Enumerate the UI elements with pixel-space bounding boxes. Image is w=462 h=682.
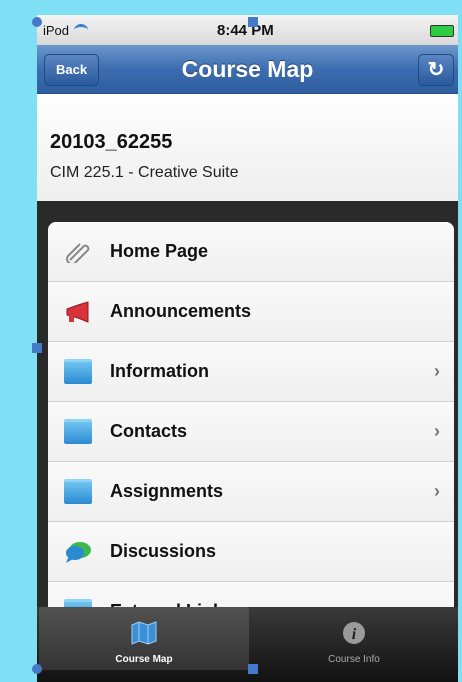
- tab-course-map[interactable]: Course Map: [39, 607, 249, 670]
- refresh-icon: ↻: [427, 59, 445, 81]
- carrier: iPod: [43, 23, 89, 38]
- menu-item-discussions[interactable]: Discussions: [48, 522, 454, 582]
- nav-bar: Back Course Map ↻: [37, 45, 458, 94]
- course-code: 20103_62255: [50, 131, 173, 153]
- map-icon: [131, 621, 157, 645]
- canvas: { "status_bar": { "carrier": "iPod", "ti…: [0, 0, 462, 682]
- folder-icon: [64, 419, 92, 444]
- menu-item-label: Information: [110, 361, 209, 381]
- tab-label: Course Info: [328, 654, 380, 665]
- clock: 8:44 PM: [217, 22, 274, 39]
- content-area: Home Page Announcements Information › Co…: [37, 201, 458, 642]
- selection-handle[interactable]: [248, 17, 258, 27]
- page-title: Course Map: [181, 55, 314, 82]
- info-icon: i: [343, 622, 365, 644]
- menu-item-label: Contacts: [110, 421, 188, 441]
- course-header: 20103_62255 CIM 225.1 - Creative Suite: [37, 94, 458, 201]
- paperclip-icon: [66, 242, 90, 263]
- chat-icon: [66, 541, 91, 563]
- menu-item-assignments[interactable]: Assignments ›: [48, 462, 454, 522]
- folder-icon: [64, 359, 92, 384]
- selection-handle[interactable]: [32, 343, 42, 353]
- tab-label: Course Map: [115, 654, 173, 665]
- menu-item-label: Discussions: [110, 541, 217, 561]
- selection-handle[interactable]: [32, 664, 42, 674]
- menu-item-label: Home Page: [110, 241, 209, 261]
- menu-item-label: Assignments: [110, 481, 224, 501]
- menu-item-home-page[interactable]: Home Page: [48, 222, 454, 282]
- chevron-right-icon: ›: [434, 481, 440, 501]
- menu-item-announcements[interactable]: Announcements: [48, 282, 454, 342]
- menu-item-contacts[interactable]: Contacts ›: [48, 402, 454, 462]
- wifi-icon: [74, 24, 89, 37]
- carrier-label: iPod: [43, 23, 70, 38]
- tab-course-info[interactable]: i Course Info: [249, 607, 458, 670]
- folder-icon: [64, 479, 92, 504]
- selection-handle[interactable]: [32, 17, 42, 27]
- chevron-right-icon: ›: [434, 361, 440, 381]
- refresh-button[interactable]: ↻: [418, 54, 454, 86]
- chevron-right-icon: ›: [434, 421, 440, 441]
- megaphone-icon: [66, 300, 89, 323]
- course-name: CIM 225.1 - Creative Suite: [50, 164, 239, 181]
- phone-screen: iPod 8:44 PM Back Course Map ↻ 20103_622…: [37, 15, 458, 682]
- course-menu-list: Home Page Announcements Information › Co…: [48, 222, 454, 642]
- battery-icon: [430, 25, 454, 37]
- svg-text:i: i: [352, 626, 357, 643]
- selection-handle[interactable]: [248, 664, 258, 674]
- menu-item-label: Announcements: [110, 301, 252, 321]
- menu-item-information[interactable]: Information ›: [48, 342, 454, 402]
- back-button[interactable]: Back: [44, 54, 100, 86]
